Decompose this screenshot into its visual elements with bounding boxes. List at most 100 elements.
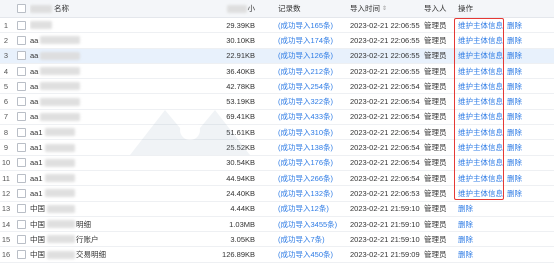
maintain-entity-link[interactable]: 维护主体信息 [458, 142, 503, 153]
records-cell[interactable]: (成功导入138条) [278, 140, 346, 154]
row-checkbox-cell[interactable] [15, 18, 27, 32]
records-link[interactable]: (成功导入174条) [278, 35, 333, 46]
records-cell[interactable]: (成功导入433条) [278, 110, 346, 124]
table-row[interactable]: 4 aa 36.40KB (成功导入212条) 2023-02-21 22:06… [0, 64, 554, 80]
records-cell[interactable]: (成功导入212条) [278, 64, 346, 78]
delete-link[interactable]: 删除 [458, 234, 473, 245]
delete-link[interactable]: 删除 [507, 127, 522, 138]
table-row[interactable]: 7 aa 69.41KB (成功导入433条) 2023-02-21 22:06… [0, 110, 554, 126]
sort-icon[interactable]: ⇕ [382, 5, 387, 12]
records-cell[interactable]: (成功导入174条) [278, 33, 346, 47]
records-cell[interactable]: (成功导入132条) [278, 186, 346, 200]
row-checkbox[interactable] [16, 112, 26, 122]
row-checkbox[interactable] [16, 51, 26, 61]
row-checkbox[interactable] [16, 204, 26, 214]
select-all-cell[interactable] [15, 0, 27, 17]
maintain-entity-link[interactable]: 维护主体信息 [458, 111, 503, 122]
row-checkbox[interactable] [16, 35, 26, 45]
table-row[interactable]: 9 aa1 25.52KB (成功导入138条) 2023-02-21 22:0… [0, 140, 554, 156]
table-row[interactable]: 11 aa1 44.94KB (成功导入266条) 2023-02-21 22:… [0, 171, 554, 187]
records-link[interactable]: (成功导入322条) [278, 96, 333, 107]
records-cell[interactable]: (成功导入3455条) [278, 217, 346, 231]
row-checkbox[interactable] [16, 97, 26, 107]
delete-link[interactable]: 删除 [458, 249, 473, 260]
row-checkbox[interactable] [16, 250, 26, 260]
row-checkbox[interactable] [16, 143, 26, 153]
maintain-entity-link[interactable]: 维护主体信息 [458, 20, 503, 31]
row-checkbox-cell[interactable] [15, 64, 27, 78]
delete-link[interactable]: 删除 [507, 20, 522, 31]
row-checkbox-cell[interactable] [15, 202, 27, 216]
records-link[interactable]: (成功导入7条) [278, 234, 325, 245]
records-link[interactable]: (成功导入3455条) [278, 219, 337, 230]
row-checkbox[interactable] [16, 173, 26, 183]
records-cell[interactable]: (成功导入322条) [278, 94, 346, 108]
maintain-entity-link[interactable]: 维护主体信息 [458, 157, 503, 168]
maintain-entity-link[interactable]: 维护主体信息 [458, 96, 503, 107]
delete-link[interactable]: 删除 [458, 203, 473, 214]
maintain-entity-link[interactable]: 维护主体信息 [458, 81, 503, 92]
maintain-entity-link[interactable]: 维护主体信息 [458, 50, 503, 61]
table-row[interactable]: 8 aa1 51.61KB (成功导入310条) 2023-02-21 22:0… [0, 125, 554, 141]
maintain-entity-link[interactable]: 维护主体信息 [458, 188, 503, 199]
records-link[interactable]: (成功导入126条) [278, 50, 333, 61]
records-link[interactable]: (成功导入176条) [278, 157, 333, 168]
row-checkbox-cell[interactable] [15, 33, 27, 47]
table-row[interactable]: 2 aa 30.10KB (成功导入174条) 2023-02-21 22:06… [0, 33, 554, 49]
row-checkbox-cell[interactable] [15, 94, 27, 108]
records-cell[interactable]: (成功导入310条) [278, 125, 346, 139]
row-checkbox-cell[interactable] [15, 232, 27, 246]
row-checkbox[interactable] [16, 188, 26, 198]
delete-link[interactable]: 删除 [507, 50, 522, 61]
delete-link[interactable]: 删除 [507, 188, 522, 199]
records-cell[interactable]: (成功导入176条) [278, 156, 346, 170]
delete-link[interactable]: 删除 [458, 219, 473, 230]
table-row[interactable]: 1 29.39KB (成功导入165条) 2023-02-21 22:06:55… [0, 18, 554, 34]
row-checkbox[interactable] [16, 66, 26, 76]
records-cell[interactable]: (成功导入7条) [278, 232, 346, 246]
records-link[interactable]: (成功导入450条) [278, 249, 333, 260]
delete-link[interactable]: 删除 [507, 81, 522, 92]
delete-link[interactable]: 删除 [507, 142, 522, 153]
delete-link[interactable]: 删除 [507, 111, 522, 122]
table-row[interactable]: 12 aa1 24.40KB (成功导入132条) 2023-02-21 22:… [0, 186, 554, 202]
row-checkbox[interactable] [16, 81, 26, 91]
records-link[interactable]: (成功导入212条) [278, 66, 333, 77]
records-cell[interactable]: (成功导入12条) [278, 202, 346, 216]
maintain-entity-link[interactable]: 维护主体信息 [458, 35, 503, 46]
maintain-entity-link[interactable]: 维护主体信息 [458, 173, 503, 184]
row-checkbox[interactable] [16, 158, 26, 168]
row-checkbox-cell[interactable] [15, 186, 27, 200]
records-link[interactable]: (成功导入132条) [278, 188, 333, 199]
row-checkbox[interactable] [16, 234, 26, 244]
select-all-checkbox[interactable] [16, 4, 26, 13]
records-link[interactable]: (成功导入165条) [278, 20, 333, 31]
header-time[interactable]: 导入时间 ⇕ [350, 0, 422, 17]
maintain-entity-link[interactable]: 维护主体信息 [458, 66, 503, 77]
row-checkbox-cell[interactable] [15, 156, 27, 170]
row-checkbox-cell[interactable] [15, 79, 27, 93]
records-link[interactable]: (成功导入138条) [278, 142, 333, 153]
row-checkbox-cell[interactable] [15, 217, 27, 231]
row-checkbox-cell[interactable] [15, 171, 27, 185]
row-checkbox[interactable] [16, 20, 26, 30]
table-row[interactable]: 5 aa 42.78KB (成功导入254条) 2023-02-21 22:06… [0, 79, 554, 95]
records-cell[interactable]: (成功导入126条) [278, 49, 346, 63]
row-checkbox-cell[interactable] [15, 49, 27, 63]
delete-link[interactable]: 删除 [507, 157, 522, 168]
row-checkbox-cell[interactable] [15, 110, 27, 124]
records-link[interactable]: (成功导入12条) [278, 203, 329, 214]
table-row[interactable]: 15 中国 行账户 3.05KB (成功导入7条) 2023-02-21 21:5… [0, 232, 554, 248]
delete-link[interactable]: 删除 [507, 173, 522, 184]
records-link[interactable]: (成功导入254条) [278, 81, 333, 92]
delete-link[interactable]: 删除 [507, 66, 522, 77]
maintain-entity-link[interactable]: 维护主体信息 [458, 127, 503, 138]
row-checkbox[interactable] [16, 219, 26, 229]
row-checkbox[interactable] [16, 127, 26, 137]
records-link[interactable]: (成功导入433条) [278, 111, 333, 122]
records-cell[interactable]: (成功导入254条) [278, 79, 346, 93]
delete-link[interactable]: 删除 [507, 96, 522, 107]
row-checkbox-cell[interactable] [15, 125, 27, 139]
delete-link[interactable]: 删除 [507, 35, 522, 46]
records-link[interactable]: (成功导入310条) [278, 127, 333, 138]
